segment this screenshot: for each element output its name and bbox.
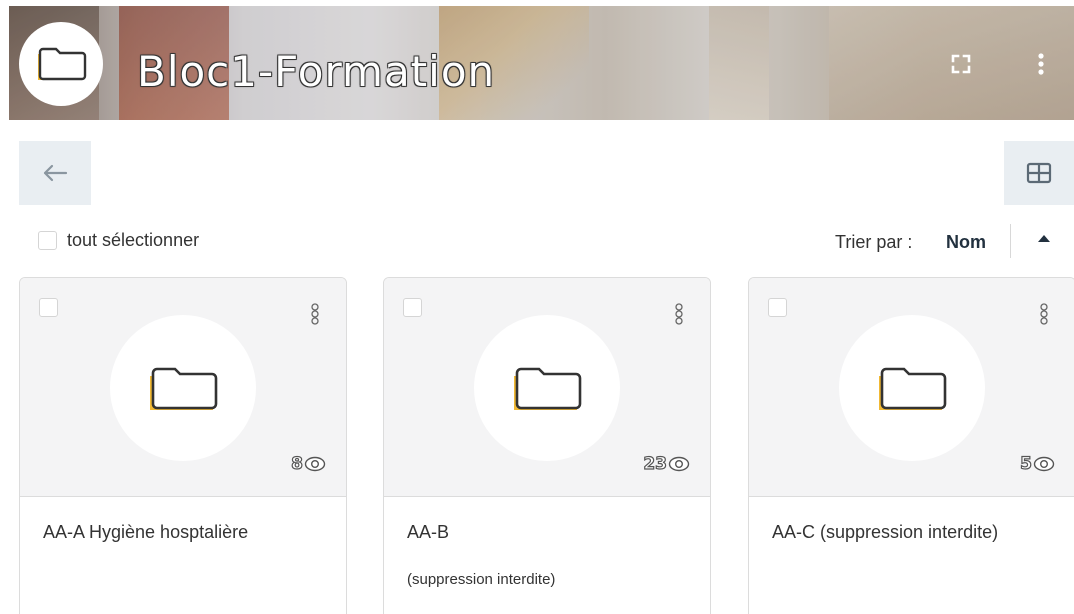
card-title[interactable]: AA-C (suppression interdite) — [772, 522, 998, 543]
eye-icon — [668, 456, 690, 472]
eye-icon — [304, 456, 326, 472]
card-menu-button[interactable] — [1037, 302, 1051, 326]
sort-direction-button[interactable] — [1032, 228, 1056, 248]
card-checkbox[interactable] — [768, 298, 787, 317]
card-preview: 8 — [20, 278, 346, 497]
view-count-value: 5 — [1020, 453, 1033, 474]
grid-view-button[interactable] — [1004, 141, 1074, 205]
folder-icon — [38, 47, 87, 81]
sort-label: Trier par : — [835, 232, 913, 252]
view-count-value: 8 — [291, 453, 304, 474]
folder-card[interactable]: 5 AA-C (suppression interdite) — [748, 277, 1074, 614]
folder-thumbnail — [839, 315, 985, 461]
grid-view-icon — [1026, 162, 1052, 184]
view-count: 23 — [643, 453, 690, 475]
card-title[interactable]: AA-B — [407, 522, 449, 543]
view-count-value: 23 — [643, 453, 668, 474]
card-subtitle: (suppression interdite) — [407, 571, 556, 588]
sort-field-selector[interactable]: Nom — [946, 232, 986, 253]
folder-thumbnail — [110, 315, 256, 461]
folder-logo — [19, 22, 103, 106]
card-checkbox[interactable] — [403, 298, 422, 317]
more-vertical-icon — [675, 303, 683, 325]
fullscreen-button[interactable] — [946, 49, 976, 79]
folder-card[interactable]: 23 AA-B (suppression interdite) — [383, 277, 711, 614]
more-vertical-icon — [1038, 53, 1044, 75]
folder-thumbnail — [474, 315, 620, 461]
select-all: tout sélectionner — [38, 230, 199, 251]
card-preview: 5 — [749, 278, 1074, 497]
select-all-checkbox[interactable] — [38, 231, 57, 250]
fullscreen-icon — [951, 54, 971, 74]
folder-card[interactable]: 8 AA-A Hygiène hosptalière — [19, 277, 347, 614]
arrow-left-icon — [43, 164, 68, 182]
view-count: 5 — [1020, 453, 1055, 475]
view-count: 8 — [291, 453, 326, 475]
more-options-button[interactable] — [1026, 49, 1056, 79]
card-menu-button[interactable] — [672, 302, 686, 326]
caret-up-icon — [1038, 235, 1050, 242]
card-checkbox[interactable] — [39, 298, 58, 317]
card-preview: 23 — [384, 278, 710, 497]
more-vertical-icon — [311, 303, 319, 325]
select-all-label: tout sélectionner — [67, 230, 200, 250]
folder-icon — [879, 367, 947, 410]
card-title[interactable]: AA-A Hygiène hosptalière — [43, 522, 248, 543]
card-menu-button[interactable] — [308, 302, 322, 326]
back-button[interactable] — [19, 141, 91, 205]
more-vertical-icon — [1040, 303, 1048, 325]
eye-icon — [1033, 456, 1055, 472]
folder-icon — [150, 367, 218, 410]
sort-divider — [1010, 224, 1011, 258]
page-title: Bloc1-Formation — [137, 47, 496, 96]
folder-icon — [514, 367, 582, 410]
